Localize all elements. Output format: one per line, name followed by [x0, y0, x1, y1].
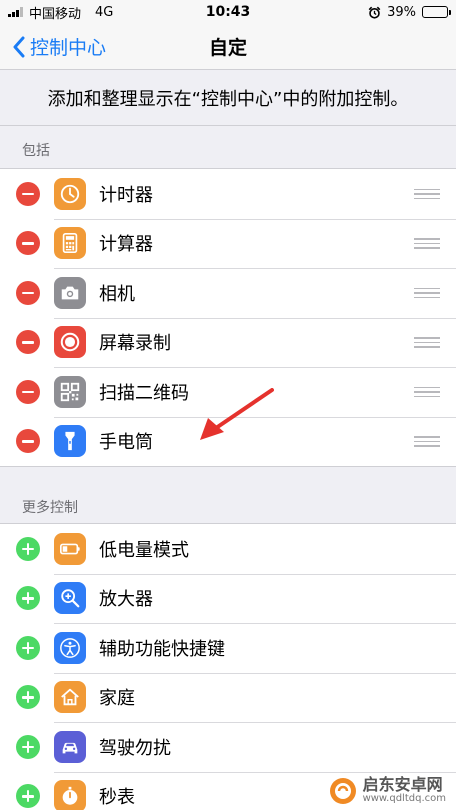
- accessibility-icon: [54, 631, 86, 664]
- home-icon: [54, 681, 86, 714]
- timer-icon: [54, 177, 86, 210]
- calculator-icon: [54, 227, 86, 260]
- control-row-accessibility: 辅助功能快捷键: [0, 623, 456, 673]
- stopwatch-icon: [54, 780, 86, 810]
- alarm-icon: [368, 6, 381, 19]
- watermark: 启东安卓网 www.qdltdq.com: [328, 776, 446, 806]
- control-label: 手电筒: [99, 432, 153, 454]
- back-button[interactable]: 控制中心: [0, 33, 106, 60]
- remove-button[interactable]: [16, 280, 40, 305]
- control-row-calculator: 计算器: [0, 218, 456, 269]
- chevron-left-icon: [13, 36, 25, 57]
- status-right: 39%: [368, 4, 451, 20]
- battery-percent: 39%: [387, 4, 416, 20]
- control-label: 计时器: [99, 184, 153, 206]
- control-label: 家庭: [99, 688, 135, 710]
- control-label: 驾驶勿扰: [99, 737, 171, 759]
- navigation-bar: 控制中心 自定: [0, 24, 456, 70]
- reorder-handle-icon[interactable]: [414, 337, 440, 348]
- watermark-logo-icon: [329, 778, 356, 804]
- section-header-more: 更多控制: [22, 500, 78, 516]
- control-row-home: 家庭: [0, 672, 456, 723]
- control-row-flashlight: 手电筒: [0, 416, 456, 467]
- qr-code-icon: [54, 375, 86, 408]
- reorder-handle-icon[interactable]: [414, 238, 440, 249]
- screen-record-icon: [54, 326, 86, 359]
- reorder-handle-icon[interactable]: [414, 386, 440, 397]
- car-icon: [54, 730, 86, 763]
- status-time: 10:43: [205, 4, 251, 20]
- control-label: 扫描二维码: [99, 382, 189, 404]
- flashlight-icon: [54, 425, 86, 458]
- control-label: 屏幕录制: [99, 333, 171, 355]
- remove-button[interactable]: [16, 231, 40, 256]
- control-row-low-power: 低电量模式: [0, 524, 456, 574]
- control-label: 低电量模式: [99, 539, 189, 561]
- add-button[interactable]: [16, 784, 40, 809]
- control-label: 辅助功能快捷键: [99, 638, 225, 660]
- remove-button[interactable]: [16, 330, 40, 355]
- magnifier-icon: [54, 582, 86, 615]
- control-row-timer: 计时器: [0, 169, 456, 219]
- more-controls-list: 低电量模式 放大器 辅助功能快捷键 家庭 驾驶勿扰 秒表: [0, 523, 456, 810]
- control-row-screen-record: 屏幕录制: [0, 317, 456, 368]
- control-label: 放大器: [99, 589, 153, 611]
- control-label: 计算器: [99, 234, 153, 256]
- camera-icon: [54, 276, 86, 309]
- watermark-name: 启东安卓网: [362, 775, 443, 795]
- remove-button[interactable]: [16, 379, 40, 404]
- status-left: 中国移动 4G: [8, 3, 113, 22]
- control-row-qr-code: 扫描二维码: [0, 367, 456, 417]
- add-button[interactable]: [16, 685, 40, 710]
- add-button[interactable]: [16, 586, 40, 611]
- status-bar: 中国移动 4G 10:43 39%: [0, 0, 456, 24]
- section-header-included: 包括: [22, 143, 50, 159]
- back-button-label: 控制中心: [30, 37, 107, 59]
- control-row-camera: 相机: [0, 268, 456, 318]
- remove-button[interactable]: [16, 429, 40, 454]
- network-type: 4G: [95, 4, 114, 20]
- control-label: 相机: [99, 283, 135, 305]
- add-button[interactable]: [16, 536, 40, 561]
- description-text: 添加和整理显示在“控制中心”中的附加控制。: [0, 70, 456, 126]
- add-button[interactable]: [16, 635, 40, 660]
- signal-icon: [8, 7, 23, 17]
- included-controls-list: 计时器计算器相机屏幕录制扫描二维码手电筒: [0, 168, 456, 467]
- page-title: 自定: [208, 37, 248, 59]
- add-button[interactable]: [16, 734, 40, 759]
- control-row-magnifier: 放大器: [0, 573, 456, 624]
- reorder-handle-icon[interactable]: [414, 287, 440, 298]
- remove-button[interactable]: [16, 181, 40, 206]
- control-row-car: 驾驶勿扰: [0, 722, 456, 772]
- watermark-url: www.qdltdq.com: [362, 793, 446, 805]
- carrier-name: 中国移动: [29, 6, 82, 22]
- reorder-handle-icon[interactable]: [414, 436, 440, 447]
- battery-icon: [422, 6, 451, 18]
- low-power-icon: [54, 532, 86, 565]
- reorder-handle-icon[interactable]: [414, 188, 440, 199]
